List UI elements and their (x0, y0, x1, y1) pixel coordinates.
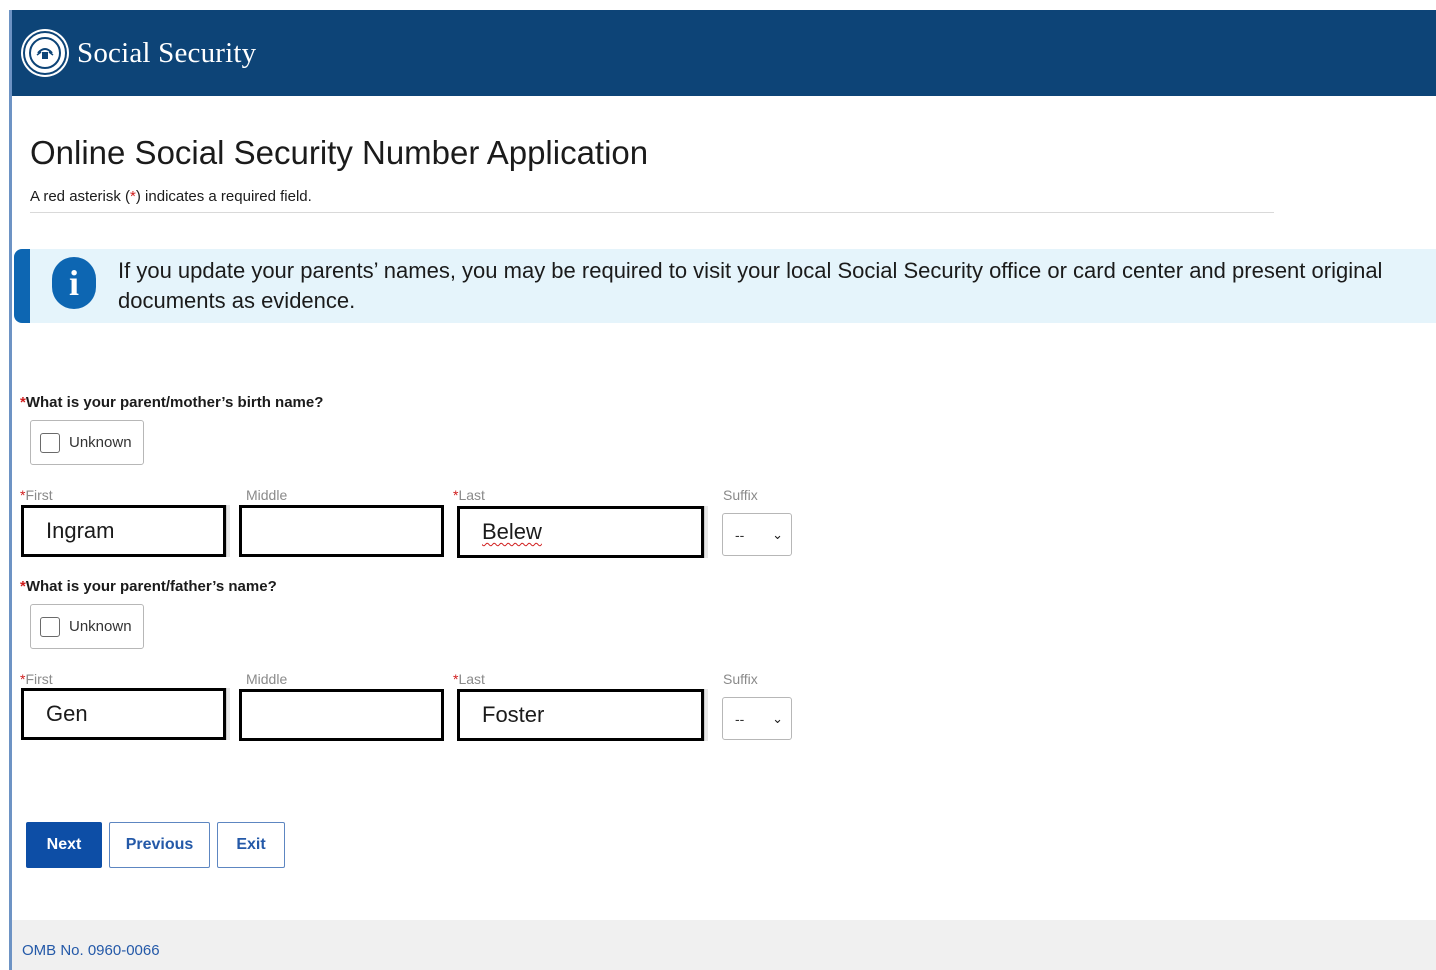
father-name-question: *What is your parent/father’s name? (20, 578, 277, 595)
father-last-label: *Last (453, 671, 485, 687)
omb-number-link[interactable]: OMB No. 0960-0066 (22, 942, 160, 959)
unknown-label: Unknown (69, 434, 132, 451)
father-middle-label: Middle (246, 671, 288, 687)
father-suffix-select[interactable]: -- ⌄ (722, 697, 792, 740)
site-brand[interactable]: Social Security (77, 37, 256, 70)
father-first-label: *First (20, 671, 53, 687)
next-button[interactable]: Next (26, 822, 102, 868)
mother-last-input[interactable]: Belew (457, 506, 704, 558)
previous-button[interactable]: Previous (109, 822, 210, 868)
father-middle-input[interactable] (239, 689, 444, 741)
info-icon: i (52, 257, 96, 309)
mother-suffix-label: Suffix (723, 487, 758, 503)
page-footer: OMB No. 0960-0066 (12, 920, 1436, 970)
page-title: Online Social Security Number Applicatio… (30, 134, 649, 171)
ssa-seal-icon[interactable] (23, 31, 67, 75)
father-first-input[interactable]: Gen (21, 688, 226, 740)
chevron-down-icon: ⌄ (772, 710, 783, 726)
checkbox-icon[interactable] (40, 616, 60, 637)
exit-button[interactable]: Exit (217, 822, 285, 868)
father-suffix-label: Suffix (723, 671, 758, 687)
mother-first-label: *First (20, 487, 53, 503)
input-edge (226, 505, 230, 557)
mother-suffix-select[interactable]: -- ⌄ (722, 513, 792, 556)
title-divider (30, 212, 1274, 213)
father-unknown-checkbox[interactable]: Unknown (30, 604, 144, 649)
unknown-label: Unknown (69, 618, 132, 635)
required-field-note: A red asterisk (*) indicates a required … (30, 188, 312, 205)
father-last-input[interactable]: Foster (457, 689, 704, 741)
chevron-down-icon: ⌄ (772, 526, 783, 542)
mother-middle-label: Middle (246, 487, 288, 503)
input-edge (704, 689, 708, 741)
info-alert: i If you update your parents’ names, you… (14, 249, 1436, 323)
mother-last-label: *Last (453, 487, 485, 503)
site-header: Social Security (12, 10, 1436, 96)
mother-unknown-checkbox[interactable]: Unknown (30, 420, 144, 465)
input-edge (226, 688, 230, 740)
mother-middle-input[interactable] (239, 505, 444, 557)
mother-name-question: *What is your parent/mother’s birth name… (20, 394, 324, 411)
page-left-border (9, 10, 12, 970)
mother-first-input[interactable]: Ingram (21, 505, 226, 557)
input-edge (704, 506, 708, 558)
info-alert-text: If you update your parents’ names, you m… (118, 258, 1383, 313)
checkbox-icon[interactable] (40, 432, 60, 453)
